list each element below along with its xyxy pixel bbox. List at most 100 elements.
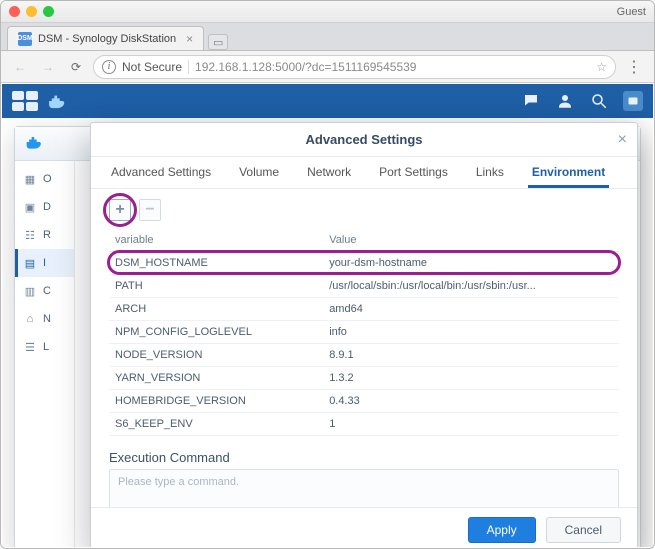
advanced-settings-modal: Advanced Settings × Advanced Settings Vol… bbox=[90, 122, 638, 547]
maximize-window-button[interactable] bbox=[43, 6, 54, 17]
sidebar-item-label: L bbox=[43, 341, 49, 353]
tab-advanced-settings[interactable]: Advanced Settings bbox=[107, 159, 215, 188]
not-secure-label: Not Secure bbox=[122, 60, 182, 74]
env-row[interactable]: ARCHamd64 bbox=[109, 298, 619, 321]
env-variable-cell[interactable]: HOMEBRIDGE_VERSION bbox=[109, 390, 323, 413]
env-variables-table: variable Value DSM_HOSTNAMEyour-dsm-host… bbox=[109, 229, 619, 436]
modal-close-button[interactable]: × bbox=[618, 131, 627, 149]
sidebar-item-network[interactable]: ⌂N bbox=[15, 305, 74, 333]
window-titlebar: Guest bbox=[1, 1, 654, 23]
minimize-window-button[interactable] bbox=[26, 6, 37, 17]
browser-tab[interactable]: DSM DSM - Synology DiskStation × bbox=[7, 26, 204, 50]
tab-environment[interactable]: Environment bbox=[528, 159, 609, 188]
reload-button[interactable]: ⟳ bbox=[65, 56, 87, 78]
user-icon[interactable] bbox=[555, 91, 575, 111]
modal-header: Advanced Settings × bbox=[91, 123, 637, 157]
sidebar-item-label: C bbox=[43, 285, 51, 297]
chat-icon[interactable] bbox=[521, 91, 541, 111]
env-variable-cell[interactable]: S6_KEEP_ENV bbox=[109, 413, 323, 436]
network-icon: ⌂ bbox=[23, 312, 37, 326]
execution-command-heading: Execution Command bbox=[109, 450, 619, 469]
sidebar-item-label: I bbox=[43, 257, 46, 269]
env-value-cell[interactable]: /usr/local/sbin:/usr/local/bin:/usr/sbin… bbox=[323, 275, 619, 298]
env-value-cell[interactable]: 1.3.2 bbox=[323, 367, 619, 390]
app-launcher-icon[interactable] bbox=[12, 91, 38, 111]
env-row[interactable]: YARN_VERSION1.3.2 bbox=[109, 367, 619, 390]
back-button[interactable]: ← bbox=[9, 56, 31, 78]
sidebar-item-image[interactable]: ▤I bbox=[15, 249, 74, 277]
env-variable-cell[interactable]: DSM_HOSTNAME bbox=[109, 252, 323, 275]
sidebar-item-container[interactable]: ▥C bbox=[15, 277, 74, 305]
env-variable-cell[interactable]: NODE_VERSION bbox=[109, 344, 323, 367]
sidebar-item-label: N bbox=[43, 313, 51, 325]
traffic-lights bbox=[9, 6, 54, 17]
bookmark-icon[interactable]: ☆ bbox=[596, 60, 607, 74]
sidebar-item-registry[interactable]: ☷R bbox=[15, 221, 74, 249]
modal-footer: Apply Cancel bbox=[91, 507, 637, 547]
col-header-value[interactable]: Value bbox=[323, 229, 619, 252]
search-icon[interactable] bbox=[589, 91, 609, 111]
modal-body: + − variable Value DSM_HOSTNAMEyour-dsm-… bbox=[91, 189, 637, 507]
env-value-cell[interactable]: 8.9.1 bbox=[323, 344, 619, 367]
tab-network[interactable]: Network bbox=[303, 159, 355, 188]
sidebar-item-label: R bbox=[43, 229, 51, 241]
env-row[interactable]: PATH/usr/local/sbin:/usr/local/bin:/usr/… bbox=[109, 275, 619, 298]
forward-button[interactable]: → bbox=[37, 56, 59, 78]
docker-sidebar: ▦O▣D☷R▤I▥C⌂N☰L bbox=[15, 161, 75, 547]
browser-tabstrip: DSM DSM - Synology DiskStation × ▭ bbox=[1, 23, 654, 51]
dsm-icon: ▣ bbox=[23, 200, 37, 214]
env-row[interactable]: S6_KEEP_ENV1 bbox=[109, 413, 619, 436]
log-icon: ☰ bbox=[23, 340, 37, 354]
address-bar[interactable]: i Not Secure 192.168.1.128:5000/?dc=1511… bbox=[93, 55, 616, 79]
docker-taskbar-icon[interactable] bbox=[46, 91, 70, 111]
add-remove-toolbar: + − bbox=[109, 197, 619, 229]
env-value-cell[interactable]: amd64 bbox=[323, 298, 619, 321]
tab-port-settings[interactable]: Port Settings bbox=[375, 159, 452, 188]
url-text: 192.168.1.128:5000/?dc=1511169545539 bbox=[188, 60, 416, 74]
env-row[interactable]: HOMEBRIDGE_VERSION0.4.33 bbox=[109, 390, 619, 413]
env-value-cell[interactable]: your-dsm-hostname bbox=[323, 252, 619, 275]
tab-links[interactable]: Links bbox=[472, 159, 508, 188]
close-window-button[interactable] bbox=[9, 6, 20, 17]
grid-icon: ▦ bbox=[23, 172, 37, 186]
execution-command-input[interactable]: Please type a command. bbox=[109, 469, 619, 507]
col-header-variable[interactable]: variable bbox=[109, 229, 323, 252]
env-row[interactable]: NODE_VERSION8.9.1 bbox=[109, 344, 619, 367]
env-variable-cell[interactable]: NPM_CONFIG_LOGLEVEL bbox=[109, 321, 323, 344]
env-variable-cell[interactable]: PATH bbox=[109, 275, 323, 298]
browser-menu-icon[interactable]: ⋮ bbox=[622, 57, 646, 77]
sidebar-item-dsm[interactable]: ▣D bbox=[15, 193, 74, 221]
widgets-icon[interactable] bbox=[623, 91, 643, 111]
sidebar-item-label: O bbox=[43, 173, 52, 185]
apply-button[interactable]: Apply bbox=[468, 517, 536, 543]
modal-tabs: Advanced Settings Volume Network Port Setti… bbox=[91, 157, 637, 189]
sidebar-item-label: D bbox=[43, 201, 51, 213]
browser-tab-title: DSM - Synology DiskStation bbox=[38, 33, 176, 45]
add-row-button[interactable]: + bbox=[109, 199, 131, 221]
env-value-cell[interactable]: info bbox=[323, 321, 619, 344]
cancel-button[interactable]: Cancel bbox=[546, 517, 621, 543]
env-row[interactable]: NPM_CONFIG_LOGLEVELinfo bbox=[109, 321, 619, 344]
profile-label[interactable]: Guest bbox=[617, 6, 646, 18]
dsm-topbar bbox=[2, 84, 653, 118]
tab-volume[interactable]: Volume bbox=[235, 159, 283, 188]
env-value-cell[interactable]: 1 bbox=[323, 413, 619, 436]
sidebar-item-log[interactable]: ☰L bbox=[15, 333, 74, 361]
registry-icon: ☷ bbox=[23, 228, 37, 242]
site-info-icon[interactable]: i bbox=[102, 60, 116, 74]
page-viewport: — ▢ × ▦O▣D☷R▤I▥C⌂N☰L 9 MB Advanced Setti… bbox=[2, 84, 653, 547]
remove-row-button[interactable]: − bbox=[139, 199, 161, 221]
docker-logo-icon bbox=[25, 134, 45, 154]
tab-close-icon[interactable]: × bbox=[186, 32, 193, 46]
image-icon: ▤ bbox=[23, 256, 37, 270]
sidebar-item-grid[interactable]: ▦O bbox=[15, 165, 74, 193]
new-tab-button[interactable]: ▭ bbox=[208, 34, 228, 50]
env-value-cell[interactable]: 0.4.33 bbox=[323, 390, 619, 413]
env-row[interactable]: DSM_HOSTNAMEyour-dsm-hostname bbox=[109, 252, 619, 275]
browser-window: Guest DSM DSM - Synology DiskStation × ▭… bbox=[0, 0, 655, 549]
env-variable-cell[interactable]: ARCH bbox=[109, 298, 323, 321]
favicon-icon: DSM bbox=[18, 32, 32, 46]
env-variable-cell[interactable]: YARN_VERSION bbox=[109, 367, 323, 390]
modal-title: Advanced Settings bbox=[305, 132, 422, 147]
browser-toolbar: ← → ⟳ i Not Secure 192.168.1.128:5000/?d… bbox=[1, 51, 654, 83]
